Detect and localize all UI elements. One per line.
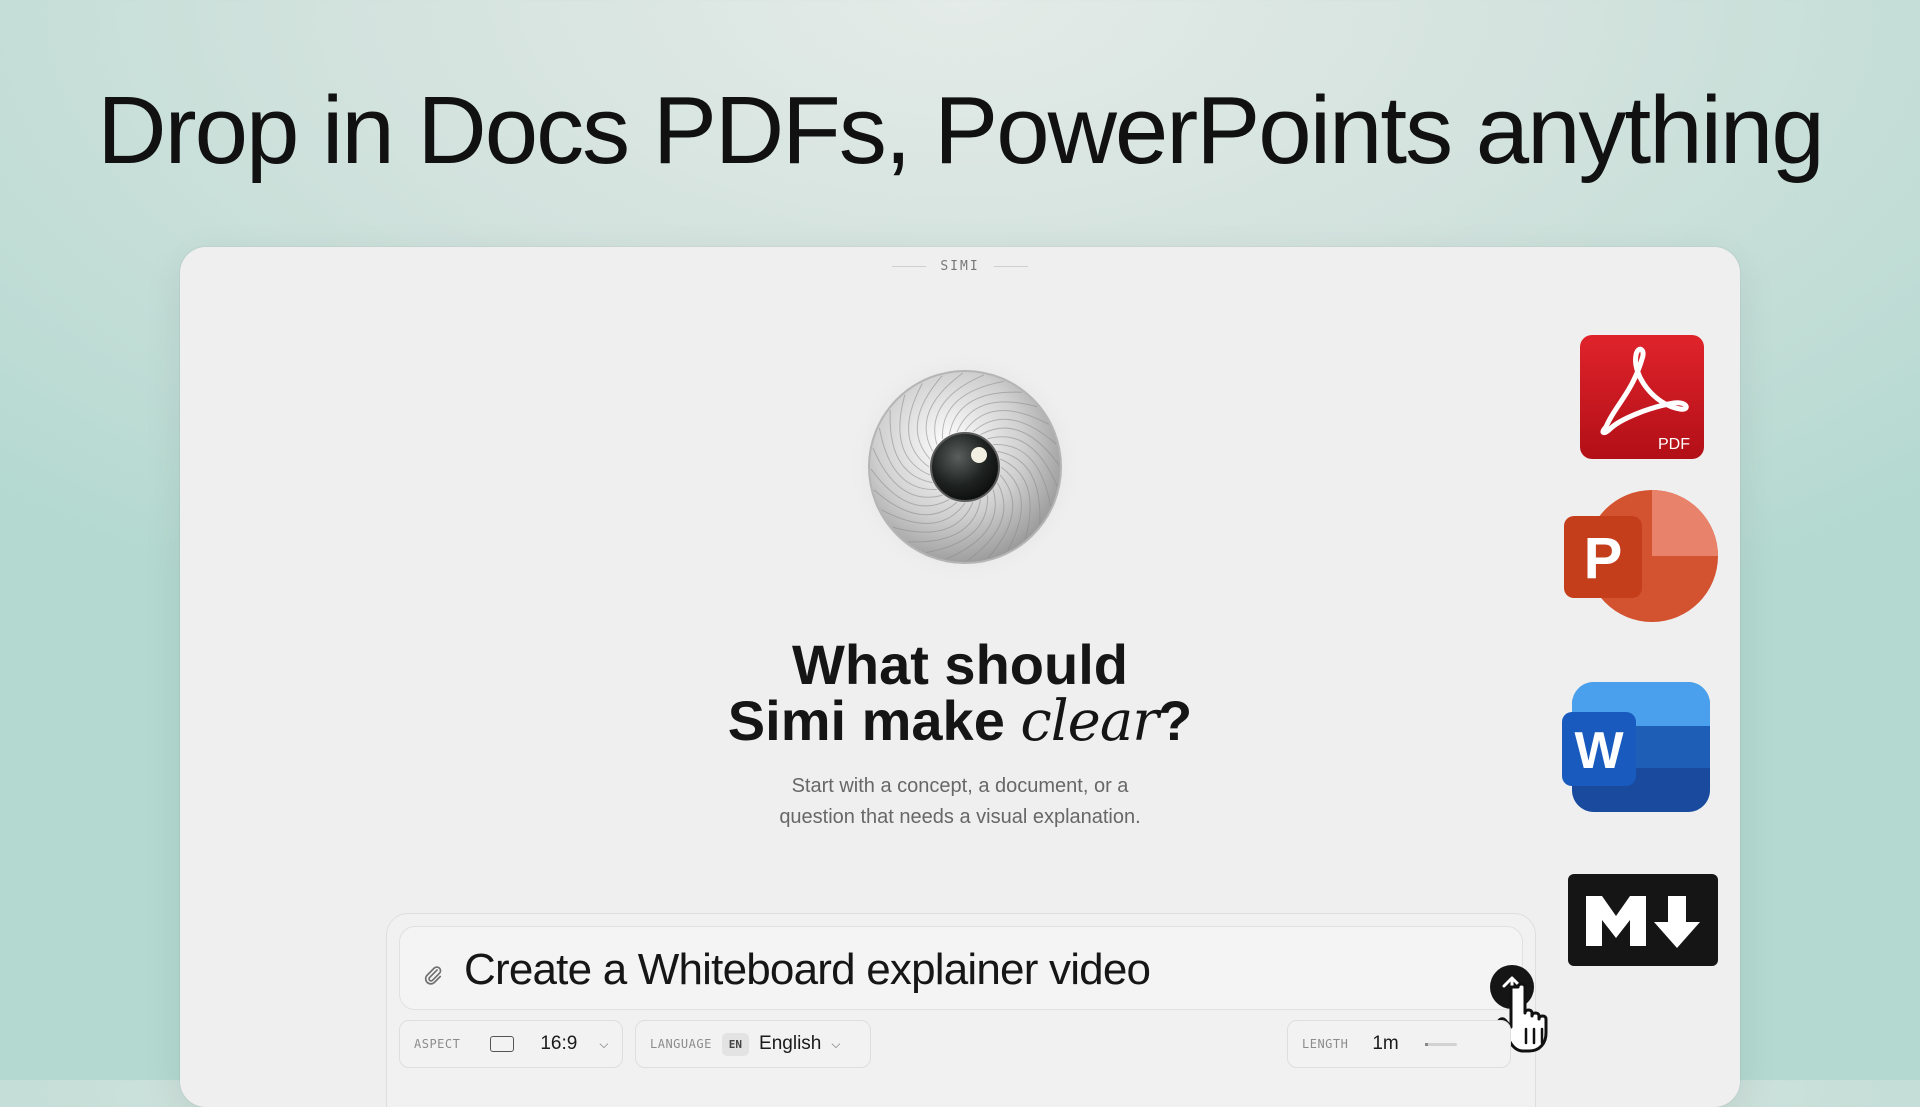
word-icon: W (1562, 682, 1710, 812)
aspect-label: ASPECT (414, 1037, 461, 1051)
hero-subtitle: Start with a concept, a document, or a q… (740, 771, 1180, 833)
divider (993, 266, 1028, 267)
chevron-down-icon: ⌵ (599, 1036, 609, 1051)
brand-label: SIMI (940, 259, 980, 274)
hero-subtitle-line1: Start with a concept, a document, or a (791, 775, 1129, 797)
aspect-value: 16:9 (540, 1033, 578, 1054)
length-value: 1m (1372, 1033, 1399, 1054)
prompt-input[interactable]: Create a Whiteboard explainer video (399, 926, 1548, 1053)
language-label: LANGUAGE (650, 1037, 712, 1051)
powerpoint-icon: P (1564, 490, 1718, 622)
pdf-file-icon: PDF (1580, 335, 1704, 459)
hero-subtitle-line2: question that needs a visual explanation… (779, 806, 1141, 828)
language-selector[interactable]: LANGUAGE EN English ⌵ (635, 1020, 871, 1068)
paperclip-icon[interactable] (422, 964, 444, 986)
hero-title-line2: Simi make clear? (180, 693, 1740, 750)
hero-title-suffix: ? (1157, 689, 1193, 752)
prompt-text[interactable]: Create a Whiteboard explainer video (464, 945, 1151, 995)
hero-title: What should Simi make clear? (180, 637, 1740, 750)
length-label: LENGTH (1302, 1037, 1349, 1051)
aspect-selector[interactable]: ASPECT 16:9 ⌵ (399, 1020, 623, 1068)
hero-title-prefix: Simi make (727, 689, 1021, 752)
divider (892, 266, 927, 267)
app-window: SIMI What should Simi make clear? Start … (180, 247, 1740, 1107)
aspect-ratio-icon (490, 1036, 515, 1052)
word-letter: W (1574, 722, 1624, 780)
markdown-icon (1568, 874, 1718, 966)
brand-row: SIMI (180, 259, 1740, 274)
pdf-caption: PDF (1658, 436, 1690, 453)
length-selector[interactable]: LENGTH 1m (1287, 1020, 1511, 1068)
lens-logo (845, 347, 1085, 587)
hero-accent-word: clear (1020, 689, 1159, 754)
language-value: English (759, 1033, 822, 1054)
composer: Create a Whiteboard explainer video ASPE… (386, 913, 1548, 1107)
length-slider[interactable] (1424, 1042, 1457, 1046)
chevron-down-icon: ⌵ (831, 1036, 841, 1051)
powerpoint-letter: P (1584, 526, 1623, 591)
language-code-badge: EN (721, 1032, 750, 1056)
hero-title-line1: What should (792, 633, 1128, 696)
headline: Drop in Docs PDFs, PowerPoints anything (97, 77, 1824, 184)
